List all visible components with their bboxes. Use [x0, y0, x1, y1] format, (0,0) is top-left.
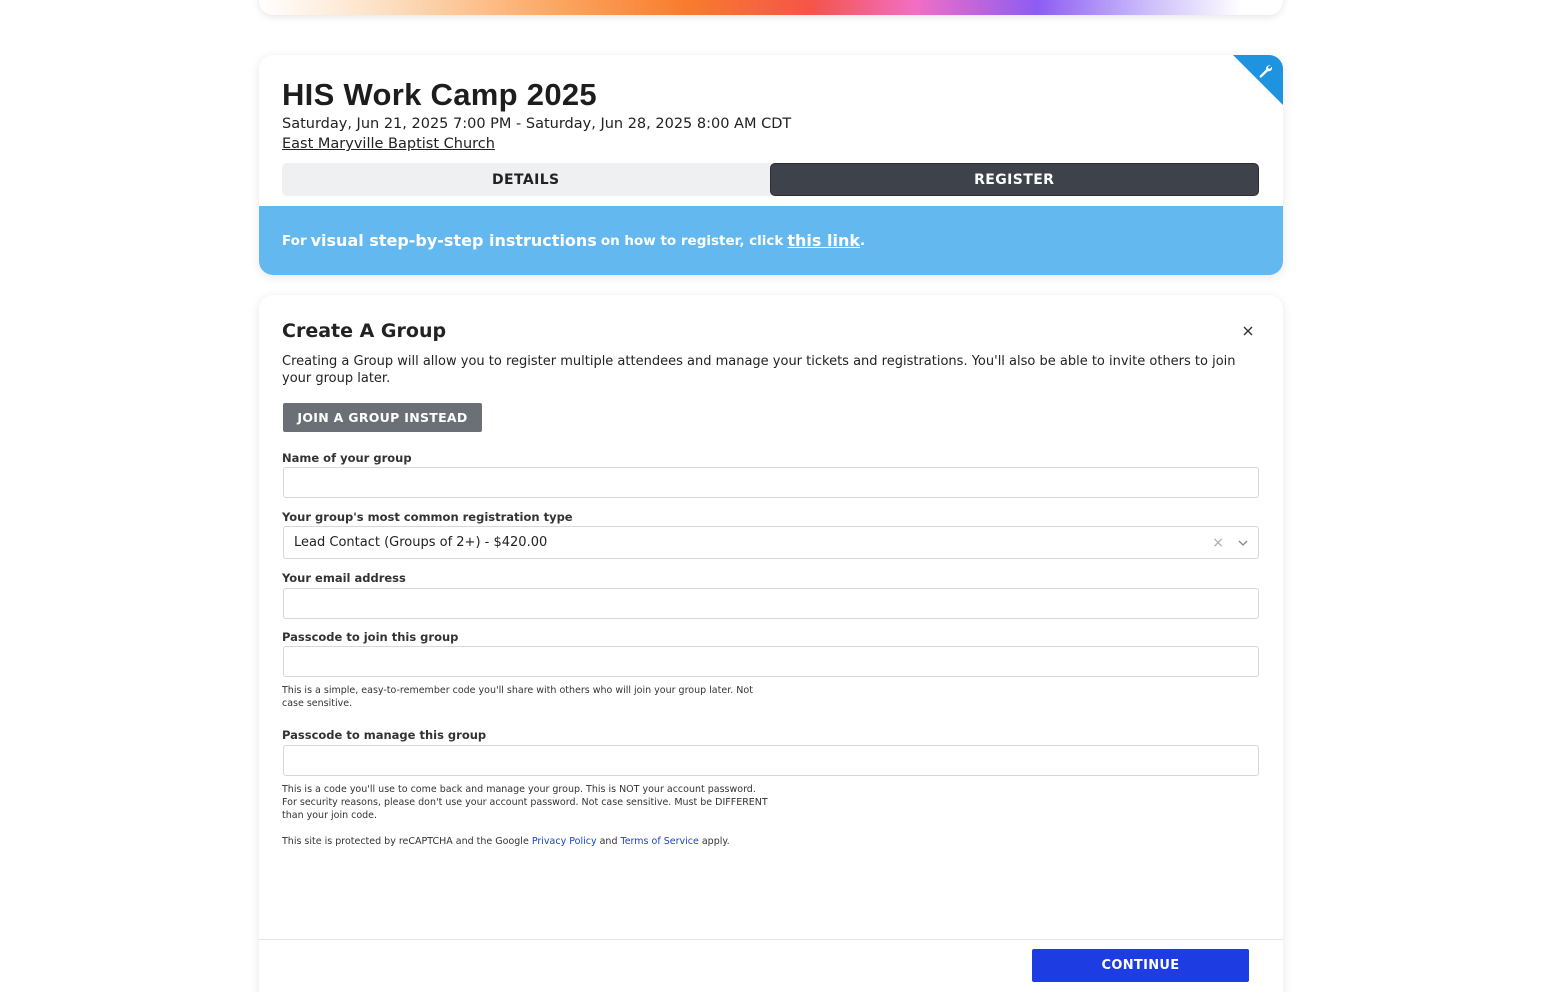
close-icon[interactable]	[1241, 324, 1255, 338]
event-location-link[interactable]: East Maryville Baptist Church	[282, 136, 495, 152]
manage-passcode-help: This is a code you'll use to come back a…	[282, 784, 768, 821]
banner-prefix: For	[282, 232, 307, 249]
event-title: HIS Work Camp 2025	[282, 77, 597, 112]
event-card: HIS Work Camp 2025 Saturday, Jun 21, 202…	[259, 55, 1283, 275]
clear-icon[interactable]: ×	[1212, 535, 1224, 551]
event-tabs: DETAILS REGISTER	[282, 163, 1259, 196]
privacy-policy-link[interactable]: Privacy Policy	[532, 836, 597, 847]
banner-gradient	[259, 0, 1283, 15]
banner-middle: on how to register, click	[600, 232, 784, 249]
instructions-banner: For visual step-by-step instructions on …	[259, 206, 1283, 275]
group-name-input[interactable]	[283, 467, 1259, 498]
email-label: Your email address	[282, 571, 406, 585]
event-dates: Saturday, Jun 21, 2025 7:00 PM - Saturda…	[282, 116, 792, 132]
chevron-down-icon	[1238, 540, 1248, 546]
recaptcha-prefix: This site is protected by reCAPTCHA and …	[282, 836, 529, 847]
manage-passcode-input[interactable]	[283, 745, 1259, 776]
banner-emphasis: visual step-by-step instructions	[310, 231, 597, 250]
admin-corner-button[interactable]	[1233, 55, 1283, 105]
join-passcode-help: This is a simple, easy-to-remember code …	[282, 685, 753, 709]
group-form-description: Creating a Group will allow you to regis…	[282, 354, 1236, 386]
registration-type-select[interactable]: Lead Contact (Groups of 2+) - $420.00 ×	[283, 526, 1259, 559]
continue-button[interactable]: CONTINUE	[1032, 949, 1249, 982]
wrench-icon	[1259, 65, 1273, 78]
group-name-label: Name of your group	[282, 451, 412, 465]
join-passcode-label: Passcode to join this group	[282, 630, 459, 644]
create-group-card: Create A Group Creating a Group will all…	[259, 295, 1283, 992]
tab-register[interactable]: REGISTER	[769, 163, 1259, 196]
group-form-title: Create A Group	[282, 320, 447, 342]
recaptcha-and: and	[599, 836, 618, 847]
footer-divider	[259, 939, 1283, 940]
top-banner	[259, 0, 1283, 15]
banner-suffix: .	[860, 232, 866, 249]
tab-details[interactable]: DETAILS	[282, 163, 770, 196]
join-group-button[interactable]: JOIN A GROUP INSTEAD	[283, 403, 482, 432]
email-input[interactable]	[283, 588, 1259, 619]
terms-of-service-link[interactable]: Terms of Service	[621, 836, 699, 847]
instructions-link[interactable]: this link	[787, 231, 860, 250]
join-passcode-input[interactable]	[283, 646, 1259, 677]
registration-type-label: Your group's most common registration ty…	[282, 510, 573, 524]
manage-passcode-label: Passcode to manage this group	[282, 728, 487, 742]
page: HIS Work Camp 2025 Saturday, Jun 21, 202…	[0, 0, 1541, 992]
recaptcha-notice: This site is protected by reCAPTCHA and …	[282, 836, 730, 847]
recaptcha-suffix: apply.	[701, 836, 730, 847]
registration-type-value: Lead Contact (Groups of 2+) - $420.00	[294, 535, 548, 550]
